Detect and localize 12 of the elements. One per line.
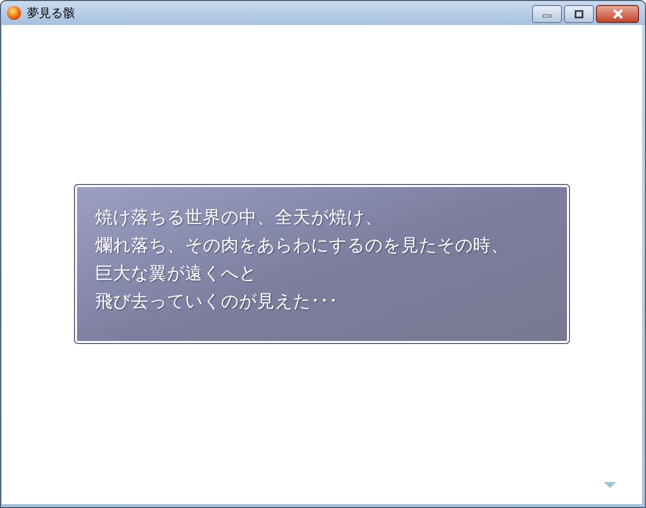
message-line: 飛び去っていくのが見えた･･･ — [95, 291, 339, 314]
message-line: 焼け落ちる世界の中、全天が焼け、 — [95, 207, 384, 230]
app-icon — [6, 5, 22, 21]
message-line: 巨大な翼が遠くへと — [95, 263, 258, 286]
minimize-button[interactable] — [532, 5, 562, 23]
message-line: 爛れ落ち、その肉をあらわにするのを見たその時、 — [95, 235, 510, 258]
window-title: 夢見る骸 — [27, 4, 75, 22]
maximize-icon — [574, 10, 584, 18]
close-button[interactable] — [596, 5, 639, 23]
triangle-icon — [604, 482, 616, 488]
close-icon — [612, 9, 624, 19]
maximize-button[interactable] — [564, 5, 594, 23]
